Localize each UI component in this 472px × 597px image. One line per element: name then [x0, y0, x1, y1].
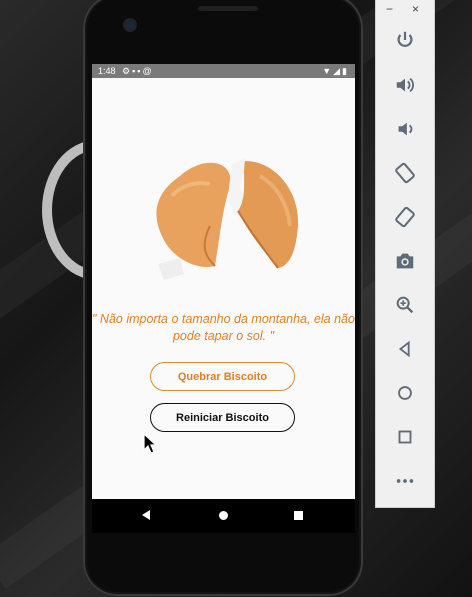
volume-down-icon[interactable]	[390, 114, 420, 144]
at-icon: @	[142, 66, 154, 76]
camera-icon[interactable]	[390, 246, 420, 276]
volume-up-icon[interactable]	[390, 70, 420, 100]
fortune-cookie-image	[156, 158, 299, 280]
signal-icon: ◢	[333, 66, 343, 76]
rotate-left-icon[interactable]	[390, 158, 420, 188]
zoom-icon[interactable]	[390, 290, 420, 320]
status-notification-icons: ⚙▪▪@	[122, 64, 154, 78]
status-system-icons: ▼◢▮	[322, 64, 349, 78]
home-icon[interactable]	[390, 378, 420, 408]
mouse-pointer-icon	[143, 433, 157, 454]
wifi-icon: ▼	[322, 66, 334, 76]
back-icon[interactable]	[390, 334, 420, 364]
status-bar: 1:48 ⚙▪▪@ ▼◢▮	[92, 64, 355, 78]
reset-cookie-button[interactable]: Reiniciar Biscoito	[150, 403, 295, 432]
android-nav-bar	[92, 499, 355, 533]
overview-icon[interactable]	[390, 422, 420, 452]
break-cookie-button[interactable]: Quebrar Biscoito	[150, 362, 295, 391]
minimize-button[interactable]: −	[386, 2, 393, 16]
phone-speaker	[198, 6, 258, 11]
app-screen: 1:48 ⚙▪▪@ ▼◢▮ " Não importa o tamanho da…	[92, 64, 355, 499]
battery-icon: ▮	[342, 66, 349, 76]
fortune-quote: " Não importa o tamanho da montanha, ela…	[92, 312, 355, 343]
close-button[interactable]: ×	[412, 2, 419, 16]
nav-home-icon[interactable]	[219, 511, 228, 520]
more-icon[interactable]	[390, 466, 420, 496]
phone-camera	[125, 20, 135, 30]
nav-back-icon[interactable]	[142, 510, 150, 520]
settings-icon: ⚙	[122, 66, 133, 76]
status-time: 1:48	[98, 66, 116, 76]
rotate-right-icon[interactable]	[390, 202, 420, 232]
nav-recents-icon[interactable]	[294, 511, 303, 520]
power-icon[interactable]	[390, 25, 420, 55]
emulator-side-panel: − ×	[376, 0, 434, 507]
